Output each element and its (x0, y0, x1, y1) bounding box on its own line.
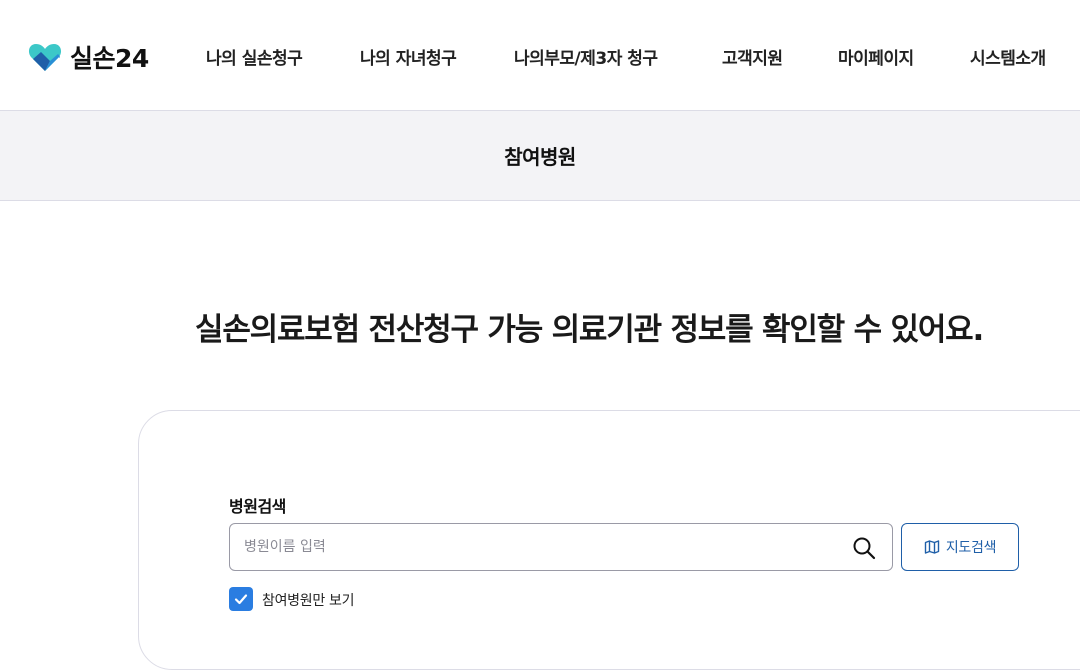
page-title-bar: 참여병원 (0, 111, 1080, 201)
search-icon[interactable] (852, 536, 876, 560)
search-box (229, 523, 893, 571)
nav-my-page[interactable]: 마이페이지 (838, 44, 914, 69)
main-nav: 나의 실손청구 나의 자녀청구 나의부모/제3자 청구 고객지원 마이페이지 시… (0, 44, 1080, 70)
participating-only-label[interactable]: 참여병원만 보기 (262, 590, 355, 610)
participating-only-checkbox[interactable] (229, 587, 253, 611)
nav-parent-third-claim[interactable]: 나의부모/제3자 청구 (514, 44, 658, 69)
check-icon (234, 594, 248, 605)
map-search-button[interactable]: 지도검색 (901, 523, 1019, 571)
map-icon (924, 540, 940, 554)
nav-customer-support[interactable]: 고객지원 (722, 44, 783, 69)
nav-system-intro[interactable]: 시스템소개 (970, 44, 1046, 69)
hospital-search-input[interactable] (244, 524, 834, 570)
page-title: 참여병원 (504, 145, 576, 169)
main-headline: 실손의료보험 전산청구 가능 의료기관 정보를 확인할 수 있어요. (195, 312, 984, 348)
nav-my-claim[interactable]: 나의 실손청구 (206, 44, 303, 69)
map-search-label: 지도검색 (945, 540, 997, 556)
search-label: 병원검색 (229, 497, 286, 516)
site-header: 실손24 나의 실손청구 나의 자녀청구 나의부모/제3자 청구 고객지원 마이… (0, 0, 1080, 111)
nav-child-claim[interactable]: 나의 자녀청구 (360, 44, 457, 69)
